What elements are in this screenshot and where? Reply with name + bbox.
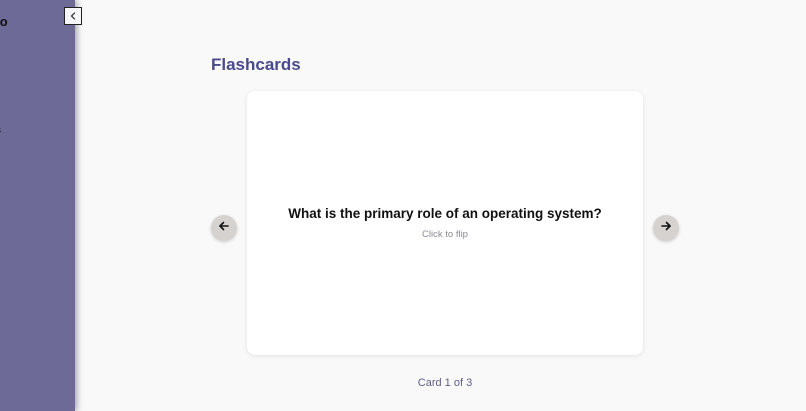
previous-card-button[interactable] xyxy=(211,215,237,241)
arrow-left-icon xyxy=(218,219,230,237)
sidebar: mo s xyxy=(0,0,75,411)
sidebar-item-label[interactable]: s xyxy=(0,125,1,136)
card-question: What is the primary role of an operating… xyxy=(288,206,602,221)
next-card-button[interactable] xyxy=(653,215,679,241)
app-brand: mo xyxy=(0,14,8,29)
chevron-left-icon xyxy=(69,7,77,25)
flip-hint: Click to flip xyxy=(422,229,468,240)
page-title: Flashcards xyxy=(211,55,301,74)
arrow-right-icon xyxy=(660,219,672,237)
collapse-sidebar-button[interactable] xyxy=(64,7,82,25)
flashcard[interactable]: What is the primary role of an operating… xyxy=(247,91,643,355)
card-counter: Card 1 of 3 xyxy=(417,377,473,389)
